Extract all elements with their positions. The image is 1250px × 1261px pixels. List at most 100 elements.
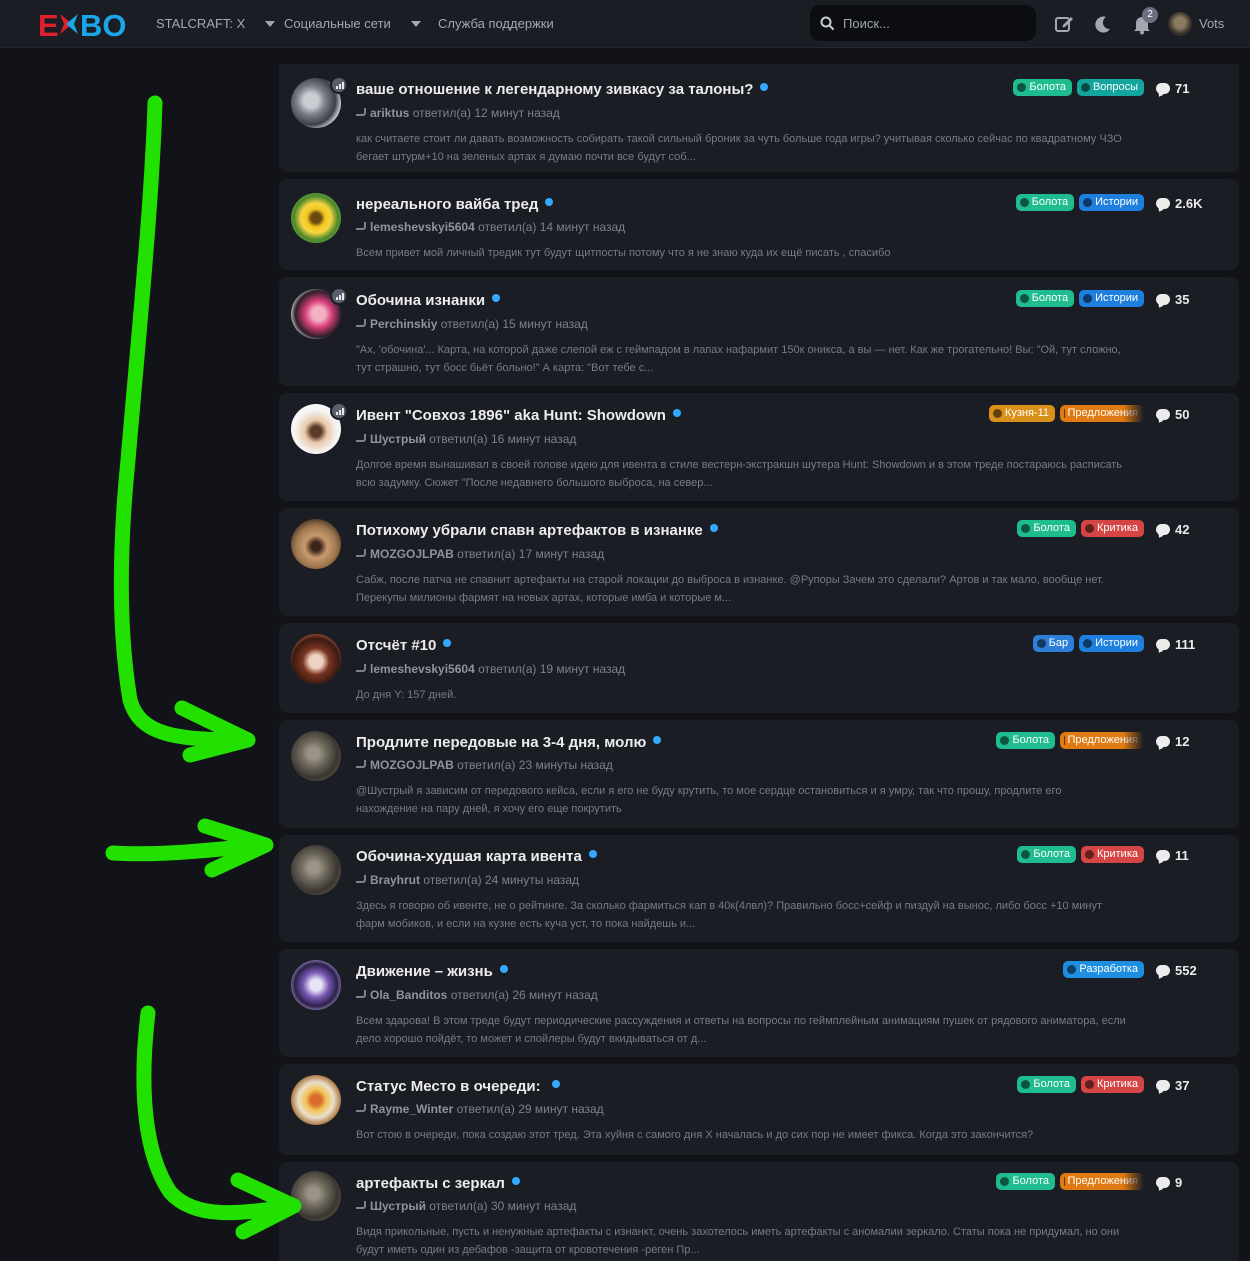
tag-istorii[interactable]: Истории xyxy=(1079,194,1144,211)
radiation-icon xyxy=(1036,639,1046,648)
last-reply-author[interactable]: Brayhrut xyxy=(370,873,420,887)
tag-razrabotka[interactable]: Разработка xyxy=(1063,961,1144,978)
reply-icon xyxy=(356,549,366,557)
username-menu[interactable]: Vots xyxy=(1199,16,1224,31)
avatar[interactable] xyxy=(1168,12,1192,36)
last-reply-time[interactable]: 12 минут назад xyxy=(474,106,559,120)
unread-dot-icon xyxy=(588,850,597,858)
swamp-icon xyxy=(1021,1080,1031,1089)
discussion-title[interactable]: Обочина-худшая карта ивента xyxy=(356,848,597,865)
avatar[interactable] xyxy=(291,1075,341,1125)
tag-kritika[interactable]: Критика xyxy=(1080,1076,1144,1093)
last-reply-time[interactable]: 17 минут назад xyxy=(519,547,604,561)
search-input[interactable] xyxy=(843,15,1023,31)
last-reply-author[interactable]: ariktus xyxy=(370,106,409,120)
list-item[interactable]: ваше отношение к легендарному зивкасу за… xyxy=(279,64,1239,172)
discussion-excerpt: как считаете стоит ли давать возможность… xyxy=(356,133,1122,163)
last-reply-time[interactable]: 23 минуты назад xyxy=(519,758,613,772)
list-item[interactable]: артефакты с зеркал Шустрый ответил(а) 30… xyxy=(279,1162,1239,1261)
chevron-down-icon xyxy=(265,20,276,27)
last-reply-author[interactable]: MOZGOJLPAB xyxy=(370,547,454,561)
last-reply-time[interactable]: 30 минут назад xyxy=(491,1199,576,1213)
unread-dot-icon xyxy=(551,1080,560,1088)
discussion-title[interactable]: артефакты с зеркал xyxy=(356,1175,520,1192)
swamp-icon xyxy=(1000,736,1010,745)
last-reply-author[interactable]: lemeshevskyi5604 xyxy=(370,220,475,234)
last-reply-author[interactable]: Шустрый xyxy=(370,432,426,446)
list-item[interactable]: нереального вайба тред lemeshevskyi5604 … xyxy=(279,179,1239,270)
search-icon xyxy=(820,16,834,30)
reply-count: 12 xyxy=(1156,734,1189,749)
tag-bolota[interactable]: Болота xyxy=(1017,846,1076,863)
tag-kritika[interactable]: Критика xyxy=(1080,846,1144,863)
last-reply-author[interactable]: Шустрый xyxy=(370,1199,426,1213)
last-reply-time[interactable]: 26 минут назад xyxy=(512,988,597,1002)
nav-support-link[interactable]: Служба поддержки xyxy=(438,16,554,31)
tag-bolota[interactable]: Болота xyxy=(1013,79,1072,96)
list-item[interactable]: Продлите передовые на 3-4 дня, молю MOZG… xyxy=(279,720,1239,828)
last-reply-time[interactable]: 14 минут назад xyxy=(540,220,625,234)
list-item[interactable]: Ивент "Совхоз 1896" aka Hunt: Showdown Ш… xyxy=(279,393,1239,501)
discussion-title[interactable]: Потихому убрали спавн артефактов в изнан… xyxy=(356,522,718,539)
avatar[interactable] xyxy=(291,731,341,781)
tag-bolota[interactable]: Болота xyxy=(1017,1076,1076,1093)
tag-bolota[interactable]: Болота xyxy=(996,732,1055,749)
discussion-title[interactable]: ваше отношение к легендарному зивкасу за… xyxy=(356,81,769,98)
tag-bolota[interactable]: Болота xyxy=(1015,290,1075,307)
tag-kuznya[interactable]: Кузня-11 xyxy=(988,405,1055,422)
last-reply-time[interactable]: 24 минуты назад xyxy=(485,873,579,887)
last-reply-author[interactable]: Ola_Banditos xyxy=(370,988,447,1002)
last-reply-author[interactable]: MOZGOJLPAB xyxy=(370,758,454,772)
tag-voprosy[interactable]: Вопросы xyxy=(1076,79,1144,96)
last-reply-author[interactable]: Perchinskiy xyxy=(370,317,437,331)
avatar[interactable] xyxy=(291,1171,341,1221)
discussion-title[interactable]: нереального вайба тред xyxy=(356,196,554,213)
last-reply-author[interactable]: lemeshevskyi5604 xyxy=(370,662,475,676)
list-item[interactable]: Обочина изнанки Perchinskiy ответил(а) 1… xyxy=(279,277,1239,386)
last-reply-time[interactable]: 29 минут назад xyxy=(518,1102,603,1116)
tag-kritika[interactable]: Критика xyxy=(1080,520,1144,537)
discussion-excerpt: "Ах, 'обочина'... Карта, на которой даже… xyxy=(356,344,1121,374)
discussion-title[interactable]: Ивент "Совхоз 1896" aka Hunt: Showdown xyxy=(356,407,681,424)
discussion-title[interactable]: Отсчёт #10 xyxy=(356,637,452,654)
tag-bolota[interactable]: Болота xyxy=(996,1173,1055,1190)
nav-social-dropdown[interactable]: Социальные сети xyxy=(284,16,421,31)
reply-icon xyxy=(356,1201,366,1209)
discussion-title[interactable]: Продлите передовые на 3-4 дня, молю xyxy=(356,734,662,751)
discussion-title[interactable]: Движение – жизнь xyxy=(356,963,508,980)
list-item[interactable]: Отсчёт #10 lemeshevskyi5604 ответил(а) 1… xyxy=(279,623,1239,713)
nav-stalcraft-dropdown[interactable]: STALCRAFT: X xyxy=(156,16,276,31)
last-reply-time[interactable]: 19 минут назад xyxy=(540,662,625,676)
list-item[interactable]: Обочина-худшая карта ивента Brayhrut отв… xyxy=(279,835,1239,942)
reply-count: 2.6K xyxy=(1156,196,1202,211)
avatar[interactable] xyxy=(291,519,341,569)
list-item[interactable]: Потихому убрали спавн артефактов в изнан… xyxy=(279,508,1239,616)
avatar[interactable] xyxy=(291,634,341,684)
avatar[interactable] xyxy=(291,960,341,1010)
tag-istorii[interactable]: Истории xyxy=(1079,290,1144,307)
discussion-title[interactable]: Обочина изнанки xyxy=(356,292,501,309)
tag-predlozheniya[interactable]: Предложения xyxy=(1060,1173,1144,1190)
avatar[interactable] xyxy=(291,193,341,243)
list-item[interactable]: Движение – жизнь Ola_Banditos ответил(а)… xyxy=(279,949,1239,1057)
discussion-title[interactable]: Статус Место в очереди: xyxy=(356,1078,560,1095)
avatar[interactable] xyxy=(291,845,341,895)
last-reply-time[interactable]: 16 минут назад xyxy=(491,432,576,446)
tag-istorii[interactable]: Истории xyxy=(1079,635,1144,652)
reply-icon xyxy=(356,1104,366,1112)
last-reply-author[interactable]: Rayme_Winter xyxy=(370,1102,453,1116)
moon-icon[interactable] xyxy=(1092,13,1114,35)
discussion-meta: Ola_Banditos ответил(а) 26 минут назад xyxy=(356,988,598,1002)
last-reply-time[interactable]: 15 минут назад xyxy=(502,317,587,331)
exbo-logo[interactable]: E BO xyxy=(38,8,130,40)
tag-predlozheniya[interactable]: Предложения xyxy=(1060,732,1144,749)
list-item[interactable]: Статус Место в очереди: Rayme_Winter отв… xyxy=(279,1064,1239,1155)
tag-bolota[interactable]: Болота xyxy=(1017,520,1076,537)
discussion-meta: Perchinskiy ответил(а) 15 минут назад xyxy=(356,317,588,331)
tag-predlozheniya[interactable]: Предложения xyxy=(1060,405,1144,422)
search-box[interactable] xyxy=(810,5,1036,41)
tag-bolota[interactable]: Болота xyxy=(1015,194,1075,211)
swamp-icon xyxy=(1019,294,1029,303)
new-discussion-icon[interactable] xyxy=(1053,13,1075,35)
tag-bar[interactable]: Бар xyxy=(1032,635,1075,652)
